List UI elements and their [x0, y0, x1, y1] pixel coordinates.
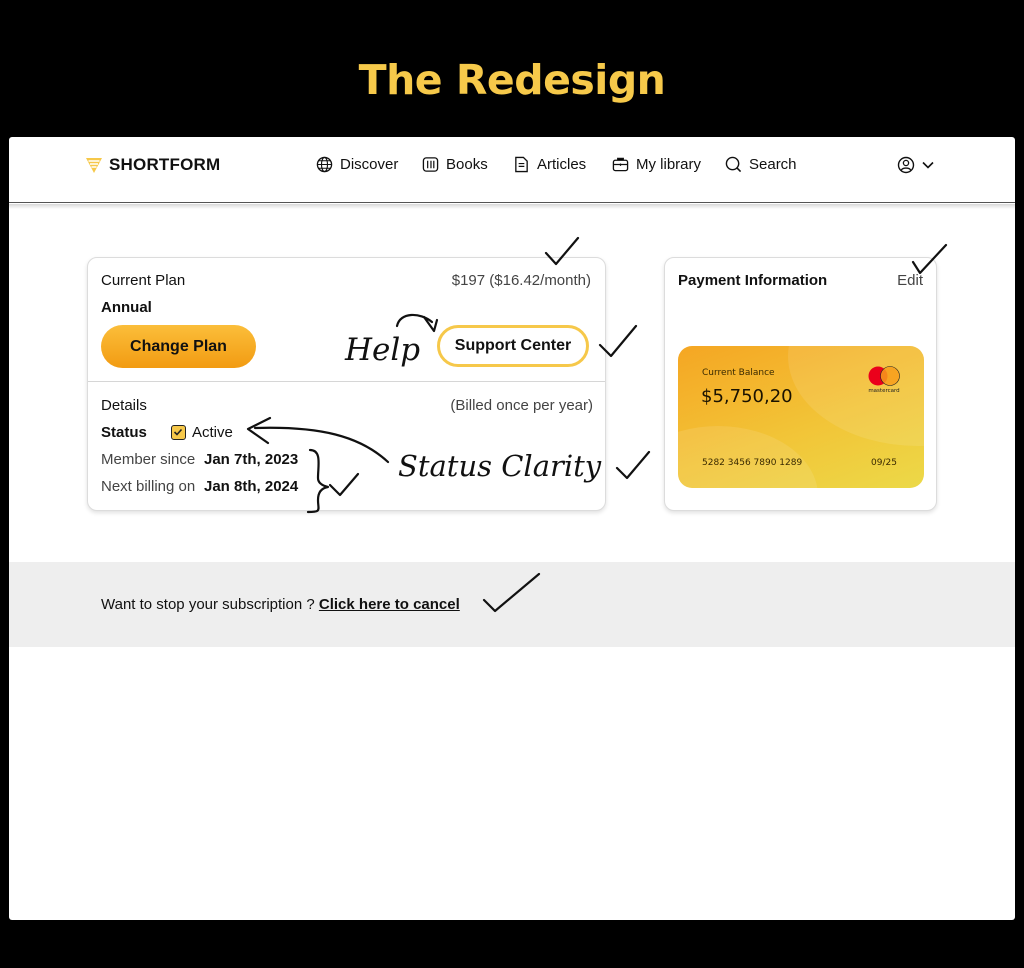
- chevron-down-icon: [922, 161, 934, 169]
- nav-label: Search: [749, 156, 797, 173]
- cancel-question: Want to stop your subscription ?: [101, 596, 315, 613]
- user-circle-icon: [897, 156, 915, 174]
- cancel-subscription-link[interactable]: Click here to cancel: [319, 596, 460, 613]
- article-icon: [515, 156, 528, 173]
- page-headline: The Redesign: [358, 56, 666, 104]
- card-decoration: [678, 426, 818, 488]
- top-navbar: SHORTFORM Discover Books Articles My lib…: [9, 137, 1015, 203]
- cancel-row: Want to stop your subscription ? Click h…: [101, 596, 460, 613]
- edit-payment-link[interactable]: Edit: [897, 272, 923, 289]
- next-billing-date: Jan 8th, 2024: [204, 478, 299, 495]
- support-center-button[interactable]: Support Center: [437, 325, 589, 367]
- check-icon: [173, 428, 183, 436]
- globe-icon: [316, 156, 333, 173]
- nav-label: My library: [636, 156, 702, 173]
- shortform-logo-icon: [86, 158, 102, 173]
- mastercard-logo-icon: mastercard: [868, 366, 900, 394]
- next-billing-label: Next billing on: [101, 478, 196, 495]
- app-screen: SHORTFORM Discover Books Articles My lib…: [9, 137, 1015, 920]
- brand-name: SHORTFORM: [109, 155, 221, 174]
- nav-label: Articles: [537, 156, 587, 173]
- card-decoration: [788, 346, 924, 446]
- status-checkbox: [171, 425, 186, 440]
- credit-card: Current Balance $5,750,20 5282 3456 7890…: [678, 346, 924, 488]
- plan-price: $197 ($16.42/month): [451, 272, 591, 289]
- current-plan-card: Current Plan $197 ($16.42/month) Annual …: [87, 257, 606, 511]
- brand-logo[interactable]: SHORTFORM: [85, 155, 220, 175]
- status-value: Active: [192, 424, 233, 441]
- card-number: 5282 3456 7890 1289: [702, 458, 803, 468]
- book-icon: [422, 157, 439, 172]
- nav-books[interactable]: Books: [422, 156, 488, 173]
- nav-label: Books: [446, 156, 488, 173]
- user-menu[interactable]: [897, 156, 935, 174]
- svg-text:mastercard: mastercard: [868, 388, 899, 394]
- billing-note: (Billed once per year): [450, 397, 593, 414]
- current-plan-label: Current Plan: [101, 272, 186, 289]
- card-balance: $5,750,20: [701, 386, 793, 407]
- nav-discover[interactable]: Discover: [316, 156, 398, 173]
- nav-articles[interactable]: Articles: [513, 156, 586, 173]
- plan-type: Annual: [101, 299, 152, 316]
- member-since-date: Jan 7th, 2023: [204, 451, 299, 468]
- member-since-label: Member since: [101, 451, 196, 468]
- card-balance-label: Current Balance: [702, 368, 775, 378]
- details-label: Details: [101, 397, 147, 414]
- nav-search[interactable]: Search: [725, 156, 797, 173]
- briefcase-icon: [612, 157, 629, 172]
- card-expiry: 09/25: [871, 458, 897, 468]
- navbar-shadow: [9, 204, 1015, 209]
- search-icon: [725, 156, 742, 173]
- change-plan-button[interactable]: Change Plan: [101, 325, 256, 368]
- card-divider: [88, 381, 605, 382]
- cancel-subscription-bar: Want to stop your subscription ? Click h…: [9, 562, 1015, 647]
- payment-information-card: Payment Information Edit Current Balance…: [664, 257, 937, 511]
- payment-title: Payment Information: [678, 272, 828, 289]
- status-label: Status: [101, 424, 147, 441]
- nav-label: Discover: [340, 156, 399, 173]
- nav-my-library[interactable]: My library: [612, 156, 701, 173]
